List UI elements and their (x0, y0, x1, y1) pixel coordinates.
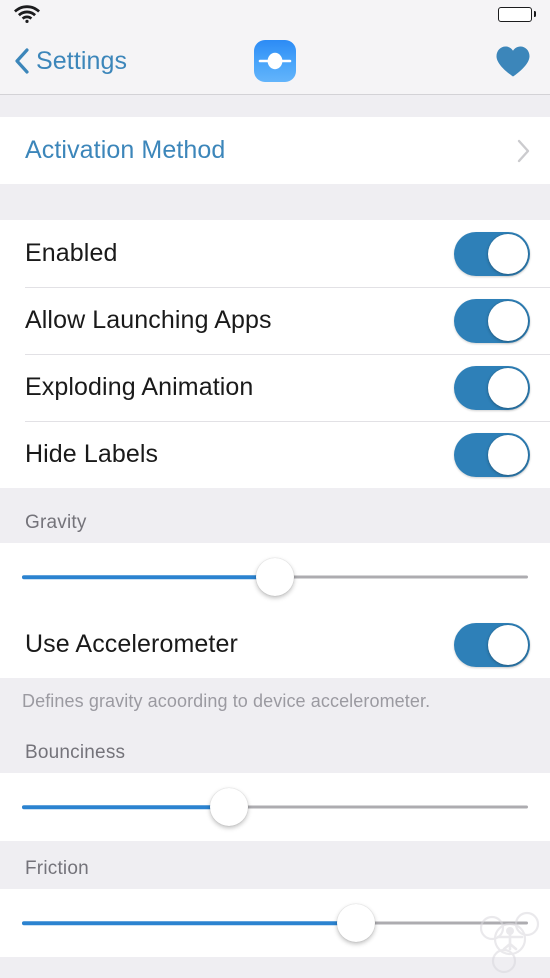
row-bounciness-slider (0, 773, 550, 841)
battery-icon (498, 6, 536, 22)
row-activation-method[interactable]: Activation Method (0, 117, 550, 184)
group-toggles: Enabled Allow Launching Apps Exploding A… (0, 220, 550, 488)
group-gravity: Use Accelerometer (0, 543, 550, 678)
chevron-left-icon (14, 48, 29, 74)
section-header-bounciness: Bounciness (0, 725, 550, 773)
activation-method-label: Activation Method (25, 136, 226, 164)
row-use-accelerometer[interactable]: Use Accelerometer (0, 611, 550, 678)
allow-launching-apps-label: Allow Launching Apps (25, 306, 272, 334)
gravity-header-text: Gravity (25, 512, 87, 533)
wifi-icon (14, 5, 40, 23)
allow-launching-apps-switch[interactable] (454, 298, 530, 343)
bounciness-slider-fill (22, 805, 230, 809)
gravity-slider-fill (22, 575, 275, 579)
bounciness-slider-knob[interactable] (210, 788, 249, 826)
group-activation: Activation Method (0, 117, 550, 184)
exploding-animation-switch[interactable] (454, 365, 530, 410)
friction-header-text: Friction (25, 858, 89, 879)
chevron-right-icon (517, 139, 530, 163)
group-friction (0, 889, 550, 957)
gravity-footer-text: Defines gravity acoording to device acce… (22, 691, 431, 711)
status-bar (0, 0, 550, 28)
section-header-gravity: Gravity (0, 488, 550, 543)
row-exploding-animation[interactable]: Exploding Animation (0, 354, 550, 421)
row-gravity-slider (0, 543, 550, 611)
back-button-label: Settings (36, 46, 128, 75)
section-gap (0, 184, 550, 220)
row-hide-labels[interactable]: Hide Labels (0, 421, 550, 488)
use-accelerometer-switch[interactable] (454, 622, 530, 667)
gravity-slider[interactable] (22, 555, 528, 599)
friction-slider[interactable] (22, 901, 528, 945)
friction-slider-knob[interactable] (336, 904, 375, 942)
heart-icon (494, 44, 532, 78)
section-footer-gravity: Defines gravity acoording to device acce… (0, 678, 550, 725)
row-enabled[interactable]: Enabled (0, 220, 550, 287)
friction-slider-fill (22, 921, 356, 925)
bounciness-header-text: Bounciness (25, 742, 126, 763)
row-allow-launching-apps[interactable]: Allow Launching Apps (0, 287, 550, 354)
group-bounciness (0, 773, 550, 841)
hide-labels-switch[interactable] (454, 432, 530, 477)
enabled-label: Enabled (25, 239, 118, 267)
exploding-animation-label: Exploding Animation (25, 373, 254, 401)
use-accelerometer-label: Use Accelerometer (25, 630, 238, 658)
section-header-friction: Friction (0, 841, 550, 889)
hide-labels-label: Hide Labels (25, 440, 159, 468)
section-gap (0, 95, 550, 117)
bounciness-slider[interactable] (22, 785, 528, 829)
settings-screen: Settings Activation Method Enabled Allow… (0, 0, 550, 978)
enabled-switch[interactable] (454, 231, 530, 276)
app-icon-planet[interactable] (254, 40, 296, 82)
gravity-slider-knob[interactable] (256, 558, 294, 596)
navigation-bar: Settings (0, 28, 550, 95)
row-friction-slider (0, 889, 550, 957)
favorite-heart-button[interactable] (494, 44, 532, 78)
back-button[interactable]: Settings (14, 47, 127, 76)
